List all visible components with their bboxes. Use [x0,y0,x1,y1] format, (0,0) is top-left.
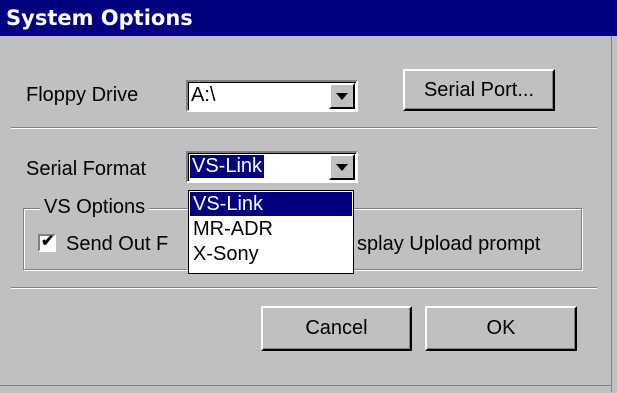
send-out-checkbox[interactable]: ✔ [38,233,56,252]
serial-format-select[interactable]: VS-Link [186,151,358,183]
window-frame-right [611,36,617,392]
vs-options-title: VS Options [40,196,150,219]
cancel-button[interactable]: Cancel [261,306,412,351]
upload-prompt-label: splay Upload prompt [357,233,541,255]
chevron-down-icon [336,93,348,100]
title-bar: System Options [0,0,617,36]
floppy-drive-value: A:\ [191,84,216,106]
separator-top [11,127,597,129]
window-title: System Options [6,6,193,30]
serial-port-button[interactable]: Serial Port... [403,69,555,111]
separator-bottom [11,287,597,289]
dropdown-option-x-sony[interactable]: X-Sony [190,242,352,266]
floppy-drive-select[interactable]: A:\ [186,80,358,112]
dropdown-option-vs-link[interactable]: VS-Link [190,192,352,216]
chevron-down-icon [336,164,348,171]
checkmark-icon: ✔ [41,233,55,250]
serial-format-value: VS-Link [190,155,265,178]
serial-format-label: Serial Format [26,158,147,180]
serial-format-dropdown-button[interactable] [329,154,355,180]
floppy-drive-label: Floppy Drive [26,84,139,106]
serial-format-dropdown-list: VS-Link MR-ADR X-Sony [188,190,354,274]
dropdown-option-mr-adr[interactable]: MR-ADR [190,217,352,241]
ok-button[interactable]: OK [425,306,577,351]
floppy-drive-dropdown-button[interactable] [329,83,355,109]
send-out-label: Send Out F [66,233,169,255]
